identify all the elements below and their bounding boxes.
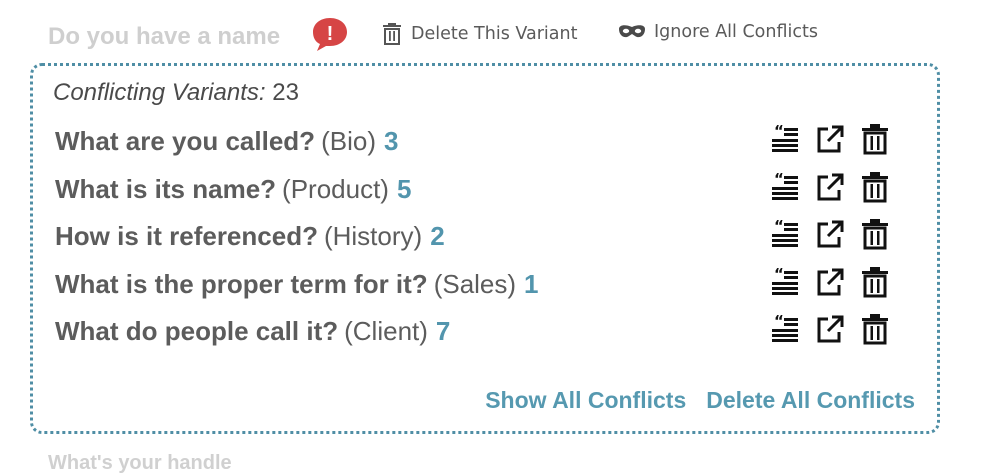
ignore-all-conflicts-button[interactable]: Ignore All Conflicts <box>617 19 818 45</box>
panel-footer: Show All Conflicts Delete All Conflicts <box>465 387 915 414</box>
variant-category: (Sales) <box>433 268 517 299</box>
variant-actions: “ <box>769 312 904 346</box>
mask-icon <box>619 25 645 38</box>
trash-icon[interactable] <box>859 312 891 346</box>
variant-category: (History) <box>323 221 423 251</box>
variant-text[interactable]: What is its name? (Product) 5 <box>55 174 411 205</box>
variant-question: What are you called? <box>55 126 316 156</box>
svg-text:!: ! <box>327 23 334 45</box>
question-title: Do you have a name <box>48 23 281 50</box>
variant-toolbar: Do you have a name ! Delete This Variant… <box>0 0 1001 64</box>
quote-list-icon[interactable]: “ <box>769 312 801 346</box>
variant-actions: “ <box>769 170 904 204</box>
variant-actions: “ <box>769 122 904 156</box>
variant-category: (Client) <box>344 316 428 346</box>
external-link-icon[interactable] <box>814 122 846 156</box>
trash-icon[interactable] <box>859 265 891 299</box>
trash-icon <box>383 23 401 45</box>
variant-row: What is its name? (Product) 5 “ <box>55 164 915 212</box>
variant-row: What is the proper term for it? (Sales) 1 … <box>55 259 915 307</box>
conflict-panel: Conflicting Variants: 23 What are you ca… <box>30 63 940 434</box>
next-question-title: What's your handle <box>48 452 232 474</box>
quote-list-icon[interactable]: “ <box>769 217 801 251</box>
variant-count: 3 <box>383 126 399 156</box>
quote-list-icon[interactable]: “ <box>769 265 801 299</box>
variant-count: 5 <box>396 173 412 204</box>
variant-count: 7 <box>435 316 451 346</box>
quote-list-icon[interactable]: “ <box>769 122 801 156</box>
alert-icon[interactable]: ! <box>310 16 350 52</box>
svg-text:“: “ <box>774 266 784 283</box>
variant-count: 2 <box>430 221 445 251</box>
svg-text:“: “ <box>774 218 784 235</box>
variant-category: (Bio) <box>321 126 376 156</box>
variant-actions: “ <box>769 265 904 299</box>
conflicting-count-line: Conflicting Variants: 23 <box>53 79 299 107</box>
variant-question: What is the proper term for it? <box>55 268 428 299</box>
conflicting-label: Conflicting Variants: <box>53 79 266 106</box>
delete-variant-button[interactable]: Delete This Variant <box>382 21 577 47</box>
quote-list-icon[interactable]: “ <box>769 170 801 204</box>
trash-icon[interactable] <box>859 122 891 156</box>
svg-text:“: “ <box>774 123 784 140</box>
variant-text[interactable]: What is the proper term for it? (Sales) 1 <box>55 269 539 300</box>
variant-question: What is its name? <box>55 173 277 204</box>
variant-actions: “ <box>769 217 904 251</box>
variant-row: How is it referenced? (History) 2 “ <box>55 211 915 259</box>
variant-list: What are you called? (Bio) 3 “ What is its… <box>55 116 915 354</box>
variant-text[interactable]: What are you called? (Bio) 3 <box>55 126 398 157</box>
conflicting-count: 23 <box>272 79 299 106</box>
delete-variant-label: Delete This Variant <box>411 24 578 44</box>
variant-category: (Product) <box>282 173 389 204</box>
ignore-all-conflicts-label: Ignore All Conflicts <box>654 22 818 42</box>
external-link-icon[interactable] <box>814 170 846 204</box>
variant-text[interactable]: How is it referenced? (History) 2 <box>55 221 445 252</box>
variant-row: What do people call it? (Client) 7 “ <box>55 306 915 354</box>
variant-question: How is it referenced? <box>55 221 318 251</box>
variant-count: 1 <box>524 268 539 299</box>
external-link-icon[interactable] <box>814 217 846 251</box>
delete-all-conflicts-link[interactable]: Delete All Conflicts <box>706 387 915 414</box>
variant-row: What are you called? (Bio) 3 “ <box>55 116 915 164</box>
show-all-conflicts-link[interactable]: Show All Conflicts <box>485 387 686 414</box>
variant-question: What do people call it? <box>55 316 339 346</box>
external-link-icon[interactable] <box>814 265 846 299</box>
trash-icon[interactable] <box>859 217 891 251</box>
variant-text[interactable]: What do people call it? (Client) 7 <box>55 316 450 347</box>
external-link-icon[interactable] <box>814 312 846 346</box>
svg-text:“: “ <box>774 171 784 188</box>
svg-text:“: “ <box>774 313 784 330</box>
trash-icon[interactable] <box>859 170 891 204</box>
